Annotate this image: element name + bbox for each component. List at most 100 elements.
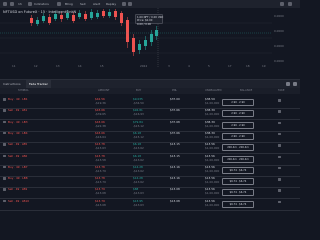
- amount-sub: -$13.79: [95, 180, 106, 185]
- unrealized-sub: $1,00,000: [205, 168, 220, 173]
- row-icon: [3, 98, 6, 101]
- trade-symbol: Buy · 49 · LB4: [8, 130, 28, 135]
- trade-symbol: Buy · 49 · LB3: [8, 119, 28, 124]
- column-header: BUY: [136, 89, 142, 92]
- trade-symbol: Sell · 49 · LB5: [8, 142, 28, 147]
- menu-icon[interactable]: [3, 2, 7, 6]
- row-icon: [3, 199, 6, 203]
- price-label: 0.0000: [274, 14, 284, 18]
- pnl-value: $13.16: [170, 164, 180, 169]
- tooltip-line: 0.00 / 0.00: [137, 22, 152, 26]
- collapse-icon[interactable]: [293, 82, 297, 86]
- buy-sub: -$15.12: [133, 123, 144, 128]
- replay-button[interactable]: Replay: [106, 0, 116, 8]
- settings-icon[interactable]: [280, 2, 284, 6]
- time-label: 4: [188, 64, 190, 68]
- take-checkbox[interactable]: [278, 121, 281, 125]
- balance-pill[interactable]: $6.74 · $6.74: [222, 166, 254, 174]
- trade-symbol: Sell · 49 · LB6: [8, 153, 28, 158]
- amount-sub: -$13.08: [95, 191, 106, 196]
- time-label: 13: [56, 64, 60, 68]
- bcog-button[interactable]: BCog: [65, 0, 73, 8]
- alert-button[interactable]: Alert: [93, 0, 100, 8]
- interval-button[interactable]: 1h: [18, 0, 22, 8]
- balance-pill[interactable]: $6.74 · $6.74: [222, 178, 254, 186]
- balance-pill[interactable]: $6.74 · $6.74: [222, 189, 254, 197]
- column-header: BALANCE: [240, 89, 253, 92]
- fullscreen-icon[interactable]: [288, 2, 292, 6]
- unrealized-sub: $1,00,000: [205, 180, 220, 185]
- time-label: 2024: [140, 64, 148, 68]
- take-checkbox[interactable]: [278, 178, 281, 181]
- unrealized-sub: $1,00,000: [205, 146, 220, 151]
- tab-instructions[interactable]: Instructions: [0, 80, 24, 88]
- time-label: 3: [168, 64, 170, 68]
- trade-symbol: Sell · 49 · LB9: [8, 187, 28, 192]
- price-chart[interactable]: NFTUSD on FutureX · 15 · IntelligentSink…: [0, 8, 300, 68]
- buy-sub: -$34.50: [133, 101, 144, 105]
- row-icon: [3, 120, 6, 124]
- unrealized-sub: $1,00,000: [205, 134, 220, 139]
- row-icon: [3, 131, 6, 135]
- amount-sub: -$13.79: [95, 168, 106, 173]
- sell-button[interactable]: Sell: [80, 0, 85, 8]
- time-label: 17: [228, 64, 232, 68]
- pnl-value: $13.16: [170, 176, 180, 181]
- take-checkbox[interactable]: [278, 144, 281, 147]
- take-checkbox[interactable]: [278, 155, 281, 158]
- row-icon: [3, 143, 6, 146]
- time-label: 15: [100, 64, 104, 68]
- balance-pill[interactable]: 2.90 · 2.90: [222, 132, 254, 140]
- balance-pill[interactable]: 2.90 · 2.90: [222, 99, 254, 106]
- pnl-value: $13.08: [170, 198, 180, 203]
- take-checkbox[interactable]: [278, 132, 281, 136]
- unrealized-sub: $1,00,000: [205, 202, 220, 207]
- buy-sub: -$13.62: [133, 180, 144, 185]
- price-axis[interactable]: 0.0000 0.0000 0.0000 0.0000: [272, 8, 300, 68]
- layout-icon[interactable]: [57, 2, 61, 6]
- pnl-value: $13.08: [170, 187, 180, 192]
- amount-sub: -$13.63: [95, 146, 106, 151]
- indicators-button[interactable]: Indicators: [34, 0, 49, 8]
- balance-pill[interactable]: 2.90 · 2.90: [222, 121, 254, 129]
- balance-pill[interactable]: 200.4m · 200.4m: [222, 144, 254, 152]
- column-header: AMOUNT: [98, 89, 110, 92]
- amount-sub: -$19.36: [95, 101, 106, 105]
- row-icon: [3, 177, 6, 180]
- unrealized-sub: $1,00,000: [205, 191, 220, 196]
- redo-icon[interactable]: [128, 2, 132, 6]
- time-label: 19: [262, 64, 266, 68]
- balance-pill[interactable]: 2.90 · 2.90: [222, 110, 254, 118]
- take-checkbox[interactable]: [278, 110, 281, 113]
- price-tooltip: 1,00 NFT / 0.00 USD Price: $0.00 0.00 / …: [135, 14, 163, 26]
- take-checkbox[interactable]: [278, 99, 281, 102]
- table-header: SYMBOL AMOUNT BUY PNL UNREALIZED BALANCE…: [0, 88, 300, 94]
- amount-sub: -$16.64: [95, 134, 106, 139]
- row-icon: [3, 109, 6, 112]
- symbol-legend[interactable]: NFTUSD on FutureX · 15 · IntelligentSink…: [3, 10, 76, 14]
- column-header: UNREALIZED: [205, 89, 222, 92]
- pnl-value: $37.66: [170, 130, 180, 135]
- pnl-value: $37.66: [170, 108, 180, 113]
- take-checkbox[interactable]: [278, 166, 281, 170]
- trade-symbol: Sell · 49 · LB1: [8, 108, 28, 113]
- undo-icon[interactable]: [122, 2, 126, 6]
- column-header: SYMBOL: [18, 89, 29, 92]
- balance-pill[interactable]: $6.74 · $6.74: [222, 200, 254, 208]
- tab-fade-tracker[interactable]: Fade Tracker: [26, 80, 51, 88]
- maximize-icon[interactable]: [286, 82, 290, 86]
- buy-sub: -$15.12: [133, 134, 144, 139]
- balance-pill[interactable]: 200.4m · 200.4m: [222, 155, 254, 163]
- take-checkbox[interactable]: [278, 189, 281, 192]
- amount-sub: -$13.08: [95, 202, 106, 207]
- buy-sub: -$13.63: [133, 191, 144, 196]
- take-checkbox[interactable]: [278, 200, 281, 204]
- time-axis[interactable]: 11 12 13 14 15 2024 3 4 5 17 18 19: [0, 64, 270, 70]
- table-row[interactable]: Sell · 49 · LB10 $13.79 -$13.08 $13.95 -$13.…: [0, 198, 300, 211]
- plus-icon[interactable]: [10, 2, 14, 6]
- price-label: 0.0000: [274, 44, 284, 48]
- column-header: TAKE: [278, 89, 285, 92]
- chart-type-icon[interactable]: [28, 2, 32, 6]
- trade-symbol: Sell · 49 · LB10: [8, 198, 29, 203]
- buy-sub: -$13.63: [133, 202, 144, 207]
